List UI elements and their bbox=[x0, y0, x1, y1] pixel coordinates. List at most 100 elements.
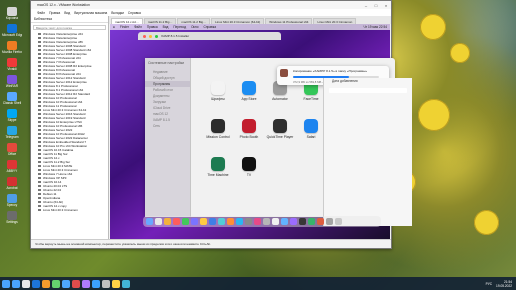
vmware-menu-item[interactable]: Вид bbox=[64, 11, 70, 15]
mac-menu-item[interactable]: Переход bbox=[173, 25, 186, 29]
application-icon[interactable]: Photo Booth bbox=[233, 119, 265, 139]
mac-minimize-dot[interactable] bbox=[149, 34, 152, 38]
taskbar-app-icon[interactable] bbox=[92, 279, 100, 288]
applications-window[interactable]: Системные настройки Недавние Общий доступ… bbox=[145, 58, 412, 226]
desktop-icon[interactable]: Settings bbox=[2, 211, 22, 228]
library-search-input[interactable]: Введите текст для поиска bbox=[33, 25, 106, 30]
taskbar-app-icon[interactable] bbox=[12, 279, 20, 288]
dock-app-icon[interactable] bbox=[173, 218, 180, 225]
dock-app-icon[interactable] bbox=[200, 218, 207, 225]
clock[interactable]: 21:54 19.05.2022 bbox=[496, 280, 512, 288]
desktop-icon-image bbox=[7, 143, 17, 152]
taskbar-app-icon[interactable] bbox=[122, 279, 130, 288]
apple-menu-icon[interactable]: ● bbox=[113, 25, 115, 29]
desktop-icon-label: Корзина bbox=[5, 16, 19, 20]
application-label: Time Machine bbox=[207, 173, 229, 177]
dock-app-icon[interactable] bbox=[218, 218, 225, 225]
application-icon[interactable]: QuickTime Player bbox=[264, 119, 296, 139]
dock-app-icon[interactable] bbox=[191, 218, 198, 225]
application-image bbox=[211, 119, 225, 133]
taskbar-app-icon[interactable] bbox=[112, 279, 120, 288]
application-image bbox=[242, 157, 256, 171]
taskbar-app-icon[interactable] bbox=[102, 279, 110, 288]
desktop-icon[interactable]: Skype bbox=[2, 109, 22, 126]
mac-zoom-dot[interactable] bbox=[155, 34, 158, 38]
vmware-menu-item[interactable]: Виртуальная машина bbox=[74, 11, 107, 15]
taskbar-app-icon[interactable] bbox=[62, 279, 70, 288]
application-icon[interactable]: Mission Control bbox=[202, 119, 234, 139]
application-icon[interactable]: Шрифты bbox=[202, 81, 234, 101]
dock-app-icon[interactable] bbox=[254, 218, 261, 225]
finder-window-toolbar[interactable]: XAMP 8.1.5 Installer bbox=[138, 32, 281, 40]
application-label: Шрифты bbox=[211, 97, 225, 101]
dock-app-icon[interactable] bbox=[164, 218, 171, 225]
mac-menu-item[interactable]: Finder bbox=[120, 25, 129, 29]
start-icon[interactable] bbox=[2, 279, 10, 288]
desktop-icon[interactable]: Mozilla Firefox bbox=[2, 41, 22, 58]
dock-app-icon[interactable] bbox=[308, 218, 315, 225]
dock-app-icon[interactable] bbox=[146, 218, 153, 225]
vmware-menu: Файл Правка Вид Виртуальная машина Вкладки Сп… bbox=[31, 9, 391, 16]
vmware-menu-item[interactable]: Справка bbox=[128, 11, 141, 15]
taskbar-app-icon[interactable] bbox=[42, 279, 50, 288]
dock-app-icon[interactable] bbox=[326, 218, 333, 225]
desktop-icon[interactable]: Microsoft Edge bbox=[2, 24, 22, 41]
language-indicator[interactable]: РУС bbox=[486, 282, 492, 286]
taskbar-app-icon[interactable] bbox=[52, 279, 60, 288]
desktop-icon[interactable]: Acrobat bbox=[2, 177, 22, 194]
dock-app-icon[interactable] bbox=[299, 218, 306, 225]
desktop-icon[interactable]: Speccy bbox=[2, 194, 22, 211]
desktop-icon-label: Settings bbox=[6, 220, 18, 224]
mac-menu-item[interactable]: Окно bbox=[191, 25, 198, 29]
dock-app-icon[interactable] bbox=[272, 218, 279, 225]
dock-app-icon[interactable] bbox=[335, 218, 342, 225]
desktop-icon[interactable]: ABBYY bbox=[2, 160, 22, 177]
vmware-menu-item[interactable]: Правка bbox=[49, 11, 60, 15]
desktop-icon-image bbox=[7, 24, 17, 33]
desktop-icon[interactable]: Classic Shell bbox=[2, 92, 22, 109]
dock-app-icon[interactable] bbox=[281, 218, 288, 225]
finder-sidebar-item[interactable]: Сеть bbox=[145, 123, 190, 129]
vmware-window[interactable]: macOS 12.x - VMware Workstation – □ × Файл… bbox=[30, 0, 412, 249]
macos-guest-screen[interactable]: ● Finder Файл Правка Вид Переход Окно Справка Чт… bbox=[110, 24, 412, 239]
application-icon[interactable]: Time Machine bbox=[202, 157, 234, 177]
mac-menu-item[interactable]: Справка bbox=[203, 25, 216, 29]
mac-dock bbox=[143, 216, 381, 227]
desktop-icon-image bbox=[7, 160, 17, 169]
desktop-icon[interactable]: Office bbox=[2, 143, 22, 160]
desktop-icon[interactable]: Vivaldi bbox=[2, 58, 22, 75]
mac-menu-item[interactable]: Вид bbox=[163, 25, 169, 29]
dock-app-icon[interactable] bbox=[263, 218, 270, 225]
desktop-icon-label: Skype bbox=[7, 118, 17, 122]
minimize-icon[interactable]: – bbox=[361, 3, 371, 8]
desktop-icon[interactable]: Telegram bbox=[2, 126, 22, 143]
desktop-icon[interactable]: Корзина bbox=[2, 7, 22, 24]
application-icon[interactable]: App Store bbox=[233, 81, 265, 101]
taskbar-app-icon[interactable] bbox=[82, 279, 90, 288]
dock-app-icon[interactable] bbox=[155, 218, 162, 225]
dock-app-icon[interactable] bbox=[236, 218, 243, 225]
dock-app-icon[interactable] bbox=[290, 218, 297, 225]
mac-menu-item[interactable]: Правка bbox=[147, 25, 158, 29]
vm-tabs: macOS 12.x Ad… macOS 11.2 Big… macOS 11.2 … bbox=[109, 16, 391, 24]
library-vm-item[interactable]: Linux Mint 20.3 Cinnamon bbox=[31, 208, 108, 212]
dock-app-icon[interactable] bbox=[182, 218, 189, 225]
close-icon[interactable]: × bbox=[381, 3, 391, 8]
taskbar-app-icon[interactable] bbox=[22, 279, 30, 288]
maximize-icon[interactable]: □ bbox=[371, 3, 381, 8]
mac-menu-item[interactable]: Файл bbox=[134, 25, 142, 29]
dock-app-icon[interactable] bbox=[245, 218, 252, 225]
application-icon[interactable]: TV bbox=[233, 157, 265, 177]
desktop-icon-label: Telegram bbox=[5, 135, 19, 139]
dock-app-icon[interactable] bbox=[209, 218, 216, 225]
dock-app-icon[interactable] bbox=[317, 218, 324, 225]
vmware-menu-item[interactable]: Вкладки bbox=[111, 11, 124, 15]
library-title: Библиотека bbox=[34, 17, 52, 21]
taskbar-app-icon[interactable] bbox=[72, 279, 80, 288]
desktop-icon[interactable]: WinRAR bbox=[2, 75, 22, 92]
vmware-menu-item[interactable]: Файл bbox=[37, 11, 45, 15]
dock-app-icon[interactable] bbox=[227, 218, 234, 225]
mac-close-dot[interactable] bbox=[143, 34, 146, 38]
finder-search-field[interactable] bbox=[329, 88, 407, 93]
taskbar-app-icon[interactable] bbox=[32, 279, 40, 288]
